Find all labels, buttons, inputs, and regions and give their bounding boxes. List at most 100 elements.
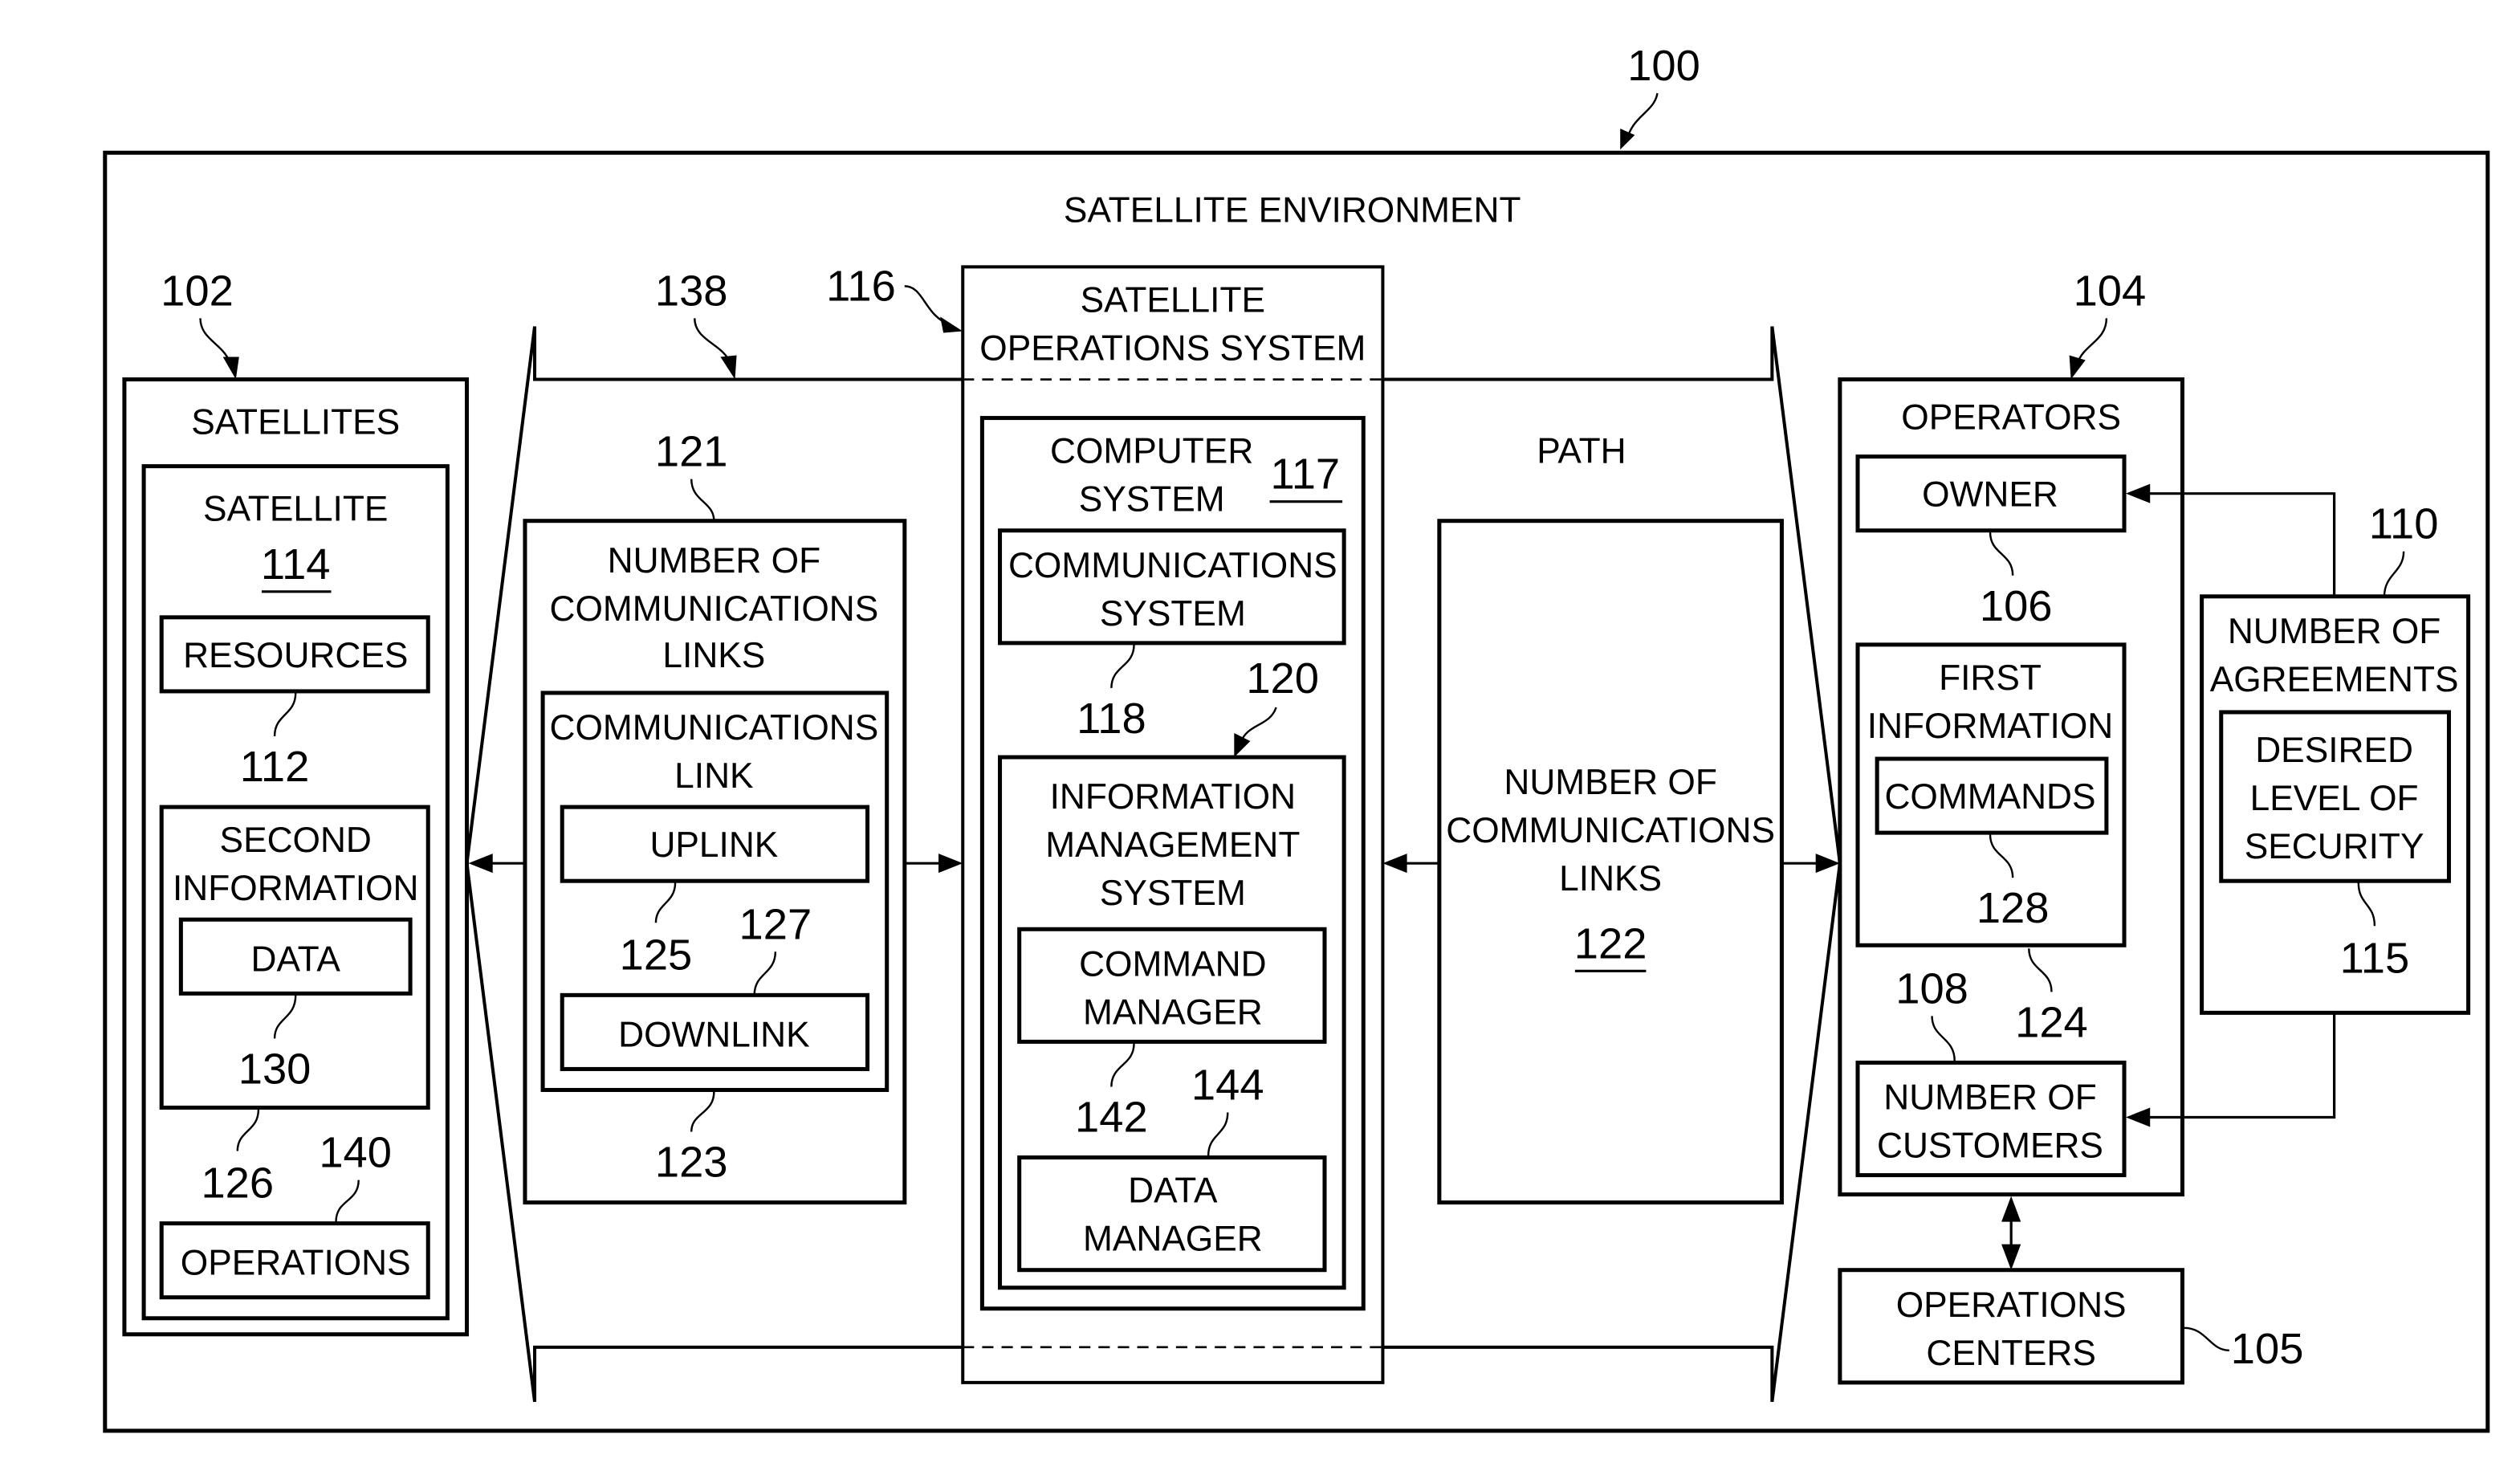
- comms-system-label-2: SYSTEM: [1100, 594, 1246, 634]
- second-information-title-1: SECOND: [220, 821, 372, 860]
- arrowhead-120: [1234, 732, 1251, 758]
- ref-100: 100: [1627, 42, 1700, 90]
- command-manager-label-1: COMMAND: [1079, 944, 1267, 984]
- ref-122: 122: [1574, 919, 1647, 968]
- ref-112: 112: [240, 743, 310, 791]
- satellite-environment-diagram: 100 SATELLITE ENVIRONMENT 102 SATELLITE S…: [103, 42, 2490, 1433]
- resources-label: RESOURCES: [183, 636, 408, 675]
- leader-110: [2383, 551, 2405, 597]
- downlink-label: DOWNLINK: [618, 1016, 809, 1055]
- bracket-left-top: [533, 326, 963, 381]
- security-label-2: LEVEL OF: [2250, 779, 2419, 818]
- arrowhead-138: [720, 355, 737, 380]
- environment-title: SATELLITE ENVIRONMENT: [1064, 190, 1521, 230]
- data-manager-label-2: MANAGER: [1083, 1220, 1263, 1259]
- arrowhead-100: [1620, 128, 1635, 150]
- ref-118: 118: [1077, 695, 1146, 743]
- comm-links-122-title-3: LINKS: [1559, 859, 1662, 898]
- arrowhead-to-ops-system-right: [1382, 854, 1407, 874]
- arrow-agreements-to-customers: [2143, 1012, 2336, 1119]
- leader-123: [690, 1091, 715, 1132]
- agreements-title-1: NUMBER OF: [2228, 612, 2441, 651]
- leader-128: [1989, 834, 2014, 878]
- arrowhead-to-ops-centers: [2001, 1244, 2021, 1270]
- ref-125: 125: [620, 931, 693, 979]
- ref-126: 126: [201, 1159, 274, 1208]
- bracket-left-bottom: [533, 1345, 963, 1402]
- leader-121: [690, 479, 715, 521]
- ref-140: 140: [319, 1129, 392, 1177]
- leader-125: [654, 882, 677, 923]
- comm-links-121-title-3: LINKS: [662, 636, 765, 675]
- ref-121: 121: [655, 428, 728, 476]
- operators-title: OPERATORS: [1901, 398, 2121, 438]
- satellite-title: SATELLITE: [203, 490, 388, 529]
- leader-124: [2028, 948, 2053, 992]
- leader-105: [2184, 1326, 2229, 1352]
- leader-108: [1931, 1016, 1956, 1061]
- ref-144: 144: [1191, 1061, 1264, 1110]
- ref-127: 127: [739, 900, 812, 948]
- arrow-agreements-to-owner: [2143, 492, 2336, 597]
- comm-link-title-2: LINK: [674, 756, 753, 796]
- security-label-3: SECURITY: [2245, 827, 2424, 866]
- owner-label: OWNER: [1922, 475, 2058, 515]
- first-information-title-1: FIRST: [1939, 658, 2042, 698]
- arrowhead-to-customers: [2126, 1107, 2151, 1127]
- ref-128: 128: [1977, 884, 2050, 932]
- ref-105: 105: [2231, 1325, 2304, 1373]
- first-information-title-2: INFORMATION: [1867, 707, 2113, 746]
- commands-label: COMMANDS: [1884, 777, 2095, 817]
- arrowhead-to-satellites: [468, 854, 493, 874]
- leader-115: [2357, 882, 2376, 927]
- sat-ops-title-2: OPERATIONS SYSTEM: [979, 329, 1366, 369]
- leader-112: [273, 692, 297, 737]
- security-label-1: DESIRED: [2255, 731, 2413, 770]
- ref-124: 124: [2015, 999, 2088, 1047]
- ref-108: 108: [1895, 964, 1968, 1012]
- leader-140: [335, 1180, 360, 1222]
- leader-130: [273, 995, 297, 1039]
- info-mgmt-title-2: MANAGEMENT: [1045, 825, 1300, 865]
- leader-106: [1989, 532, 2014, 576]
- ref-106: 106: [1980, 582, 2053, 630]
- bracket-right-top: [1382, 326, 1774, 381]
- data-manager-label-1: DATA: [1128, 1171, 1218, 1211]
- ref-130: 130: [238, 1045, 311, 1094]
- command-manager-label-2: MANAGER: [1083, 992, 1263, 1032]
- arrowhead-to-ops-system-left: [938, 854, 963, 874]
- arrowhead-to-operators: [1815, 854, 1840, 874]
- path-title: PATH: [1537, 432, 1626, 471]
- leader-104: [2076, 318, 2108, 364]
- uplink-label: UPLINK: [649, 825, 778, 865]
- comm-links-121-title-1: NUMBER OF: [608, 541, 821, 581]
- ref-117: 117: [1271, 450, 1341, 499]
- ops-centers-label-1: OPERATIONS: [1896, 1285, 2127, 1325]
- comm-links-121-title-2: COMMUNICATIONS: [550, 589, 879, 629]
- agreements-title-2: AGREEMENTS: [2210, 660, 2459, 699]
- arrowhead-104: [2069, 355, 2086, 380]
- comms-system-label-1: COMMUNICATIONS: [1008, 546, 1337, 585]
- customers-label-1: NUMBER OF: [1883, 1078, 2097, 1118]
- computer-system-title-2: SYSTEM: [1079, 480, 1225, 519]
- bracket-right-bottom: [1382, 1345, 1774, 1402]
- comm-links-122-title-2: COMMUNICATIONS: [1446, 811, 1775, 850]
- second-information-title-2: INFORMATION: [173, 869, 418, 908]
- leader-118: [1110, 644, 1135, 688]
- arrowhead-to-owner: [2126, 483, 2151, 503]
- ref-104: 104: [2074, 267, 2147, 316]
- ref-138: 138: [655, 267, 728, 316]
- ref-102: 102: [161, 267, 234, 316]
- comm-links-122-title-1: NUMBER OF: [1504, 763, 1717, 802]
- ref-110: 110: [2369, 500, 2439, 548]
- ref-142: 142: [1075, 1094, 1148, 1142]
- computer-system-title-1: COMPUTER: [1050, 432, 1253, 471]
- ops-centers-label-2: CENTERS: [1926, 1334, 2095, 1373]
- leader-127: [753, 951, 777, 996]
- ref-114: 114: [261, 540, 331, 589]
- ref-116: 116: [826, 263, 896, 311]
- leader-120: [1240, 707, 1277, 744]
- operations-label: OPERATIONS: [181, 1244, 411, 1283]
- leader-142: [1110, 1043, 1135, 1087]
- data-label: DATA: [251, 939, 341, 979]
